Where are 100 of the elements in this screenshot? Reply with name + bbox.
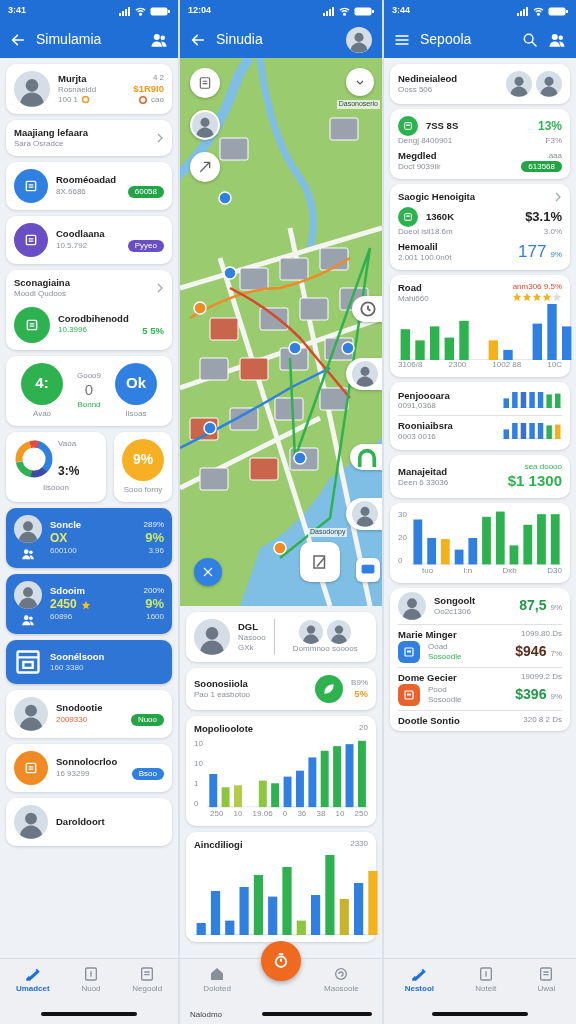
metric-circle: 4: [21, 362, 63, 405]
chart-bar [459, 320, 469, 360]
avatar [14, 804, 48, 839]
leaf-icon [315, 675, 344, 703]
chart-bar [537, 392, 544, 409]
axis-label: 30 [398, 510, 407, 520]
avatar [506, 71, 532, 97]
item-title: Corodbihenodd [58, 312, 130, 325]
back-button[interactable] [10, 32, 26, 48]
profile-note: GXk [238, 642, 255, 653]
chart-bar [282, 866, 292, 935]
chart-bar [283, 776, 292, 808]
chart-bar [440, 539, 450, 565]
messages-tab[interactable]: Maosoole [324, 966, 359, 994]
item-title: Rooméoadad [56, 173, 118, 186]
arch-icon [356, 447, 378, 467]
action-button[interactable] [261, 941, 301, 981]
row-title: Dootle Sontio [398, 714, 460, 727]
chart-bar [268, 896, 278, 935]
item-title: Snodootie [56, 701, 104, 714]
metric-top: Gooo9 [76, 371, 101, 382]
avatar[interactable] [346, 27, 372, 53]
profile-button[interactable] [346, 358, 382, 390]
chevron-icon [555, 191, 562, 202]
building [319, 387, 349, 411]
metric-label: Avao [32, 408, 52, 419]
count-text: 100 1 [58, 94, 79, 105]
link-card[interactable]: Maajiang lefaara Sara Osradce [6, 120, 172, 156]
document-icon [398, 206, 418, 227]
card-title: Soonélsoon [50, 650, 106, 663]
axis-label: D30 [547, 566, 562, 576]
people-button[interactable] [150, 31, 168, 49]
history-button[interactable] [352, 296, 382, 322]
meter-title: Rooniaibsra [398, 420, 454, 433]
chart-bar [311, 894, 321, 935]
amount-value: $946 [515, 643, 547, 661]
tab-item[interactable]: Nuod [81, 966, 101, 994]
card-title: Saogic Henoigita [398, 190, 477, 203]
close-icon [202, 566, 214, 578]
back-button[interactable] [190, 32, 206, 48]
big-value: 177 [518, 241, 547, 263]
tab-item[interactable]: Negoold [132, 966, 163, 994]
metric-circle: Ok [115, 362, 157, 405]
map-pin [273, 541, 287, 555]
document-icon [14, 306, 50, 343]
tab-item[interactable]: Umadcet [15, 966, 50, 994]
axis-label: 19.06 [252, 808, 273, 819]
signal-icon [323, 6, 335, 16]
axis-label: 38 [316, 808, 326, 819]
chart-bar [308, 757, 317, 808]
axis-label: 0 [398, 556, 404, 566]
tab-item[interactable]: Uwal [537, 966, 556, 994]
card-title: Vaóa [58, 438, 78, 449]
footer-text: Nalodmo [190, 1010, 222, 1020]
rating-note: anm306 9.5% [512, 281, 562, 292]
edit-button[interactable] [300, 542, 340, 582]
chart-corner: 20 [359, 723, 368, 734]
star-icon [522, 291, 532, 302]
meter-title: Penjoooara [398, 389, 451, 402]
chart-bar [482, 516, 491, 565]
card-sub: 1600 [145, 611, 164, 622]
card-title: Maajiang lefaara [14, 127, 89, 139]
chart-title: Mopolioolote [194, 723, 254, 735]
person-name: Songoolt [434, 595, 477, 607]
back-icon [190, 32, 206, 48]
axis-label: tuo [422, 566, 434, 576]
axis-label: 3106/8 [398, 359, 423, 370]
menu-button[interactable] [394, 32, 410, 48]
chat-button[interactable] [356, 558, 380, 582]
chart-bar [210, 890, 221, 935]
back-icon [10, 32, 26, 48]
profile-button[interactable] [346, 498, 382, 530]
amount-text: $1R9I0 [133, 83, 164, 95]
item-title: Coodlaana [56, 227, 106, 240]
avatar [299, 620, 324, 644]
finance-code: 1360K [426, 210, 455, 223]
axis-label: 250 [210, 808, 224, 819]
finance-sub: 3.0% [543, 226, 562, 237]
avatar [14, 514, 42, 543]
card-value: 2450 [50, 597, 77, 613]
avatar [352, 501, 378, 527]
row-note: 1099.80.Ds [521, 629, 562, 640]
avatar [398, 592, 426, 620]
home-tab[interactable]: Doloted [203, 966, 231, 994]
tab-item[interactable]: Noteit [475, 966, 497, 994]
chart-bar [233, 785, 242, 808]
chart-bar [221, 787, 230, 808]
timer-icon [272, 952, 290, 970]
donut-chart-drawing [15, 440, 53, 478]
people-button[interactable] [548, 31, 566, 49]
chart-bar [345, 744, 354, 808]
navigation-button[interactable] [350, 444, 382, 470]
search-button[interactable] [522, 32, 538, 48]
card-label: Sooo forny [123, 484, 163, 495]
chart-bar [512, 423, 518, 440]
tab-item[interactable]: Nestool [404, 966, 434, 994]
chart-bar [555, 394, 561, 409]
item-sub: 2009330 [56, 714, 88, 725]
avatar [14, 580, 42, 609]
section-title: Sconagiaina [14, 276, 71, 289]
